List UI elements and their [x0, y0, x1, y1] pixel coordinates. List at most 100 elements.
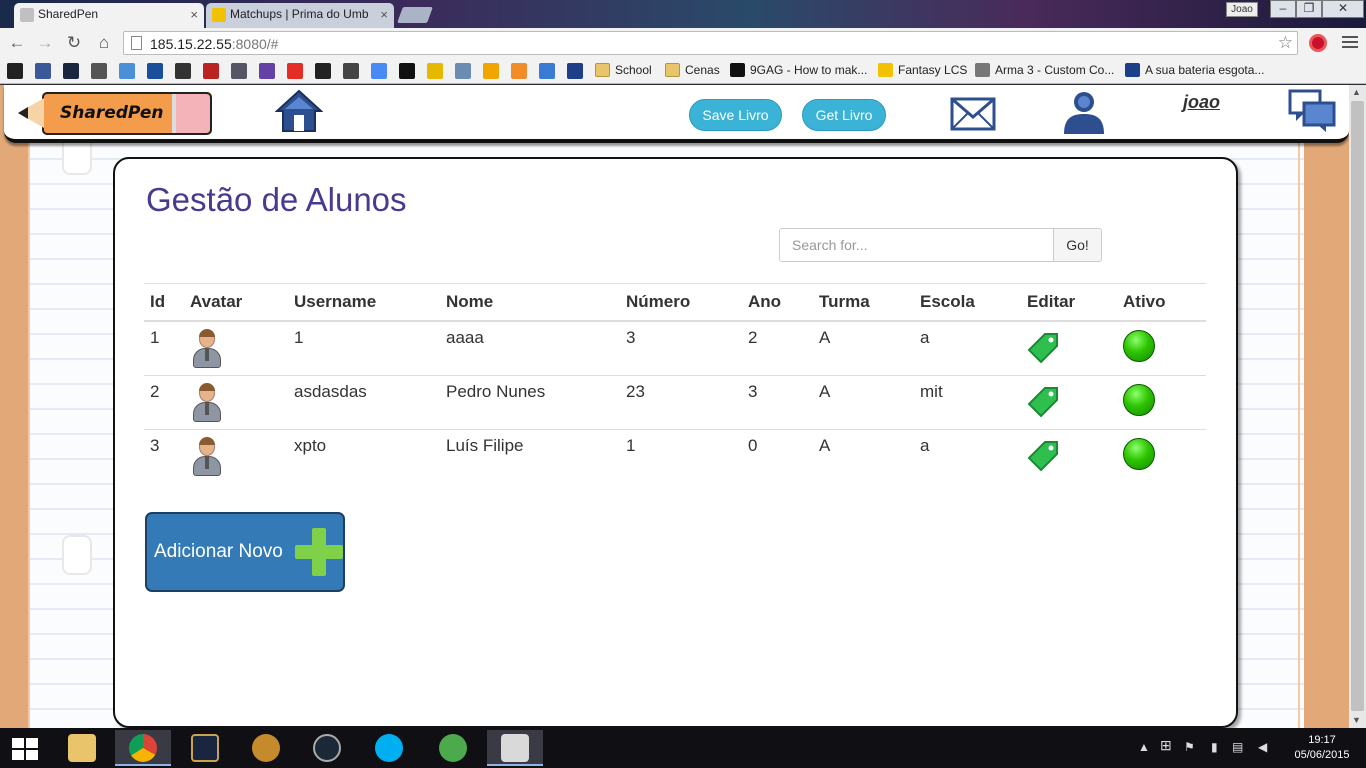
skype-icon[interactable] [361, 730, 417, 766]
steam-icon[interactable] [315, 63, 331, 79]
steam-icon[interactable] [299, 730, 355, 766]
google-icon[interactable] [371, 63, 387, 79]
cell-escola: a [914, 429, 1021, 483]
tab-sharedpen[interactable]: SharedPen × [14, 3, 204, 28]
bookmark-star-icon[interactable]: ☆ [1278, 33, 1293, 53]
edit-tag-icon[interactable] [1027, 386, 1059, 418]
chat-icon[interactable] [1288, 89, 1336, 133]
facebook-icon[interactable] [35, 63, 51, 79]
bookmark-9gag[interactable]: 9GAG - How to mak... [730, 63, 867, 77]
bookmark-icon[interactable] [483, 63, 499, 79]
column-header-ano[interactable]: Ano [742, 283, 813, 322]
windows-tray-icon[interactable]: ⊞ [1160, 737, 1172, 754]
imdb-icon[interactable] [427, 63, 443, 79]
scroll-up-arrow-icon[interactable]: ▲ [1352, 87, 1361, 97]
bookmark-icon[interactable] [399, 63, 415, 79]
active-status-icon[interactable] [1123, 438, 1155, 470]
bookmark-icon[interactable] [539, 63, 555, 79]
edit-tag-icon[interactable] [1027, 332, 1059, 364]
reload-icon[interactable]: ↻ [63, 33, 85, 53]
page-scrollbar[interactable]: ▲ ▼ [1349, 85, 1366, 728]
league-of-legends-icon[interactable] [177, 730, 233, 766]
username-link[interactable]: joao [1183, 92, 1220, 113]
battery-icon[interactable]: ▮ [1211, 740, 1218, 754]
address-bar[interactable]: 185.15.22.55:8080/# ☆ [123, 31, 1298, 55]
avatar [190, 328, 222, 370]
bookmark-icon[interactable] [455, 63, 471, 79]
user-profile-icon[interactable] [1060, 88, 1108, 136]
show-hidden-icons-icon[interactable]: ▲ [1138, 740, 1150, 754]
file-explorer-icon[interactable] [54, 730, 110, 766]
bookmark-fantasy-lcs[interactable]: Fantasy LCS [878, 63, 967, 77]
bookmark-school[interactable]: School [595, 63, 652, 77]
bookmark-icon[interactable] [91, 63, 107, 79]
tab-matchups[interactable]: Matchups | Prima do Umb × [206, 3, 394, 28]
close-tab-icon[interactable]: × [380, 7, 388, 22]
home-icon[interactable] [275, 87, 323, 135]
volume-icon[interactable]: ◀ [1258, 740, 1267, 754]
back-arrow-icon[interactable]: ← [6, 33, 28, 53]
close-tab-icon[interactable]: × [190, 7, 198, 22]
column-header-escola[interactable]: Escola [914, 283, 1021, 322]
column-header-username[interactable]: Username [288, 283, 440, 322]
search-input[interactable] [779, 228, 1054, 262]
close-window-button[interactable]: ✕ [1322, 0, 1364, 18]
profile-badge[interactable]: Joao [1226, 2, 1258, 17]
network-icon[interactable]: ▤ [1232, 740, 1243, 754]
column-header-numero[interactable]: Número [620, 283, 742, 322]
forward-arrow-icon[interactable]: → [34, 33, 56, 53]
chrome-menu-icon[interactable] [1342, 33, 1358, 51]
search-go-button[interactable]: Go! [1053, 228, 1102, 262]
page-title: Gestão de Alunos [146, 181, 407, 218]
bookmark-icon[interactable] [567, 63, 583, 79]
mail-icon[interactable] [950, 95, 996, 133]
flag-icon[interactable]: ⚑ [1184, 740, 1195, 754]
add-new-button[interactable]: Adicionar Novo [145, 512, 345, 592]
bookmark-icon[interactable] [119, 63, 135, 79]
paint-icon[interactable] [487, 730, 543, 766]
scroll-down-arrow-icon[interactable]: ▼ [1352, 715, 1361, 725]
bookmark-icon[interactable] [343, 63, 359, 79]
bookmark-arma3[interactable]: Arma 3 - Custom Co... [975, 63, 1114, 77]
column-header-avatar[interactable]: Avatar [184, 283, 288, 322]
edit-tag-icon[interactable] [1027, 440, 1059, 472]
column-header-nome[interactable]: Nome [440, 283, 620, 322]
bookmark-icon[interactable] [511, 63, 527, 79]
column-header-editar[interactable]: Editar [1021, 283, 1117, 322]
cell-escola: mit [914, 375, 1021, 430]
scroll-thumb[interactable] [1351, 101, 1364, 711]
column-header-ativo[interactable]: Ativo [1117, 283, 1206, 322]
cell-id: 1 [150, 328, 160, 347]
windows-start-icon[interactable] [12, 738, 38, 760]
column-header-turma[interactable]: Turma [813, 283, 914, 322]
twitch-icon[interactable] [259, 63, 275, 79]
hearthstone-icon[interactable] [238, 730, 294, 766]
cell-ativo [1117, 429, 1206, 483]
bookmark-cenas[interactable]: Cenas [665, 63, 720, 77]
bookmark-bateria[interactable]: A sua bateria esgota... [1125, 63, 1264, 77]
new-tab-button[interactable] [397, 7, 433, 23]
cell-nome: Pedro Nunes [440, 375, 620, 430]
chrome-icon[interactable] [115, 730, 171, 766]
clock[interactable]: 19:17 05/06/2015 [1292, 733, 1352, 763]
utorrent-icon[interactable] [425, 730, 481, 766]
get-livro-button[interactable]: Get Livro [802, 99, 886, 131]
active-status-icon[interactable] [1123, 330, 1155, 362]
maximize-button[interactable]: ❐ [1296, 0, 1322, 18]
save-livro-button[interactable]: Save Livro [689, 99, 782, 131]
youtube-icon[interactable] [287, 63, 303, 79]
active-status-icon[interactable] [1123, 384, 1155, 416]
home-icon[interactable]: ⌂ [93, 33, 115, 53]
cell-nome: Luís Filipe [440, 429, 620, 483]
bookmark-icon[interactable] [147, 63, 163, 79]
minimize-button[interactable]: – [1270, 0, 1296, 18]
bookmark-icon[interactable] [7, 63, 23, 79]
bookmark-icon[interactable] [175, 63, 191, 79]
extension-icon[interactable] [1309, 34, 1327, 52]
league-icon[interactable] [63, 63, 79, 79]
sharedpen-logo[interactable]: SharedPen [18, 90, 214, 137]
url-text[interactable]: 185.15.22.55:8080/# [150, 36, 278, 52]
bookmark-icon[interactable] [203, 63, 219, 79]
bookmark-icon[interactable] [231, 63, 247, 79]
column-header-id[interactable]: Id [144, 283, 184, 322]
